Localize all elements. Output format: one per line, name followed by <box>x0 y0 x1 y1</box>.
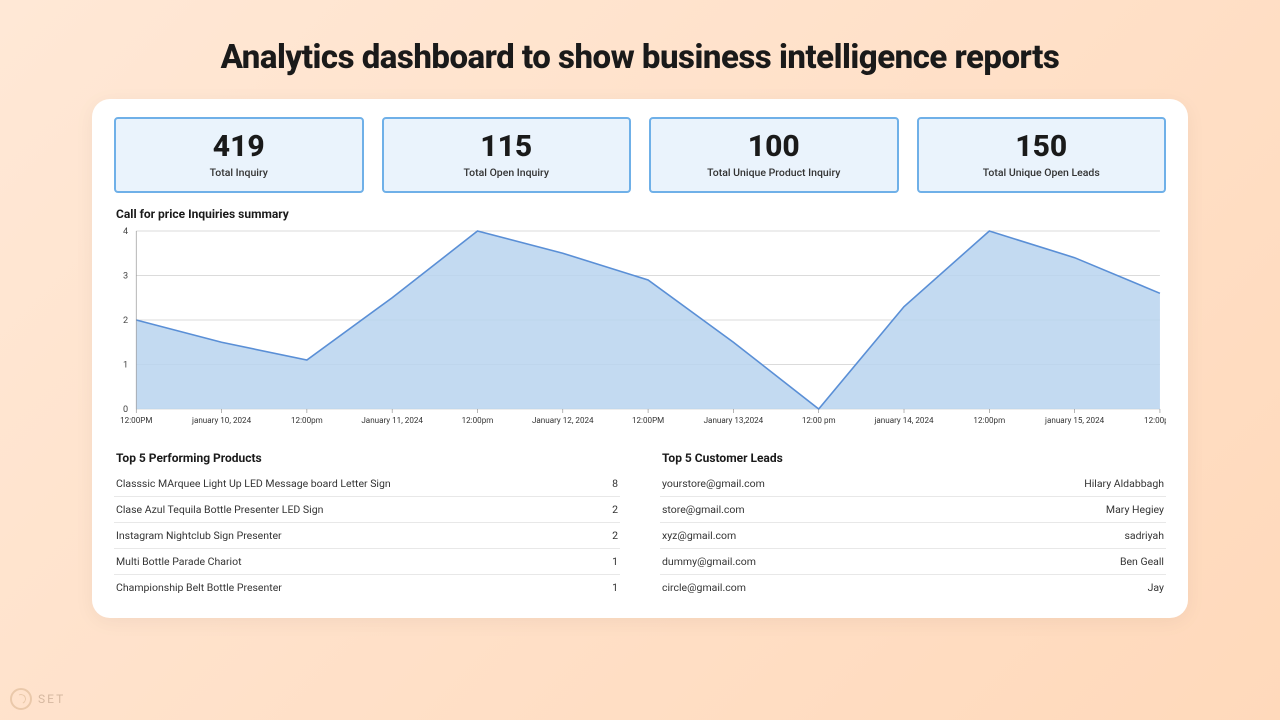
product-count: 1 <box>612 555 618 568</box>
lead-name: Hilary Aldabbagh <box>1084 477 1164 490</box>
svg-text:january 14, 2024: january 14, 2024 <box>873 416 934 425</box>
svg-text:January 11, 2024: January 11, 2024 <box>361 416 423 425</box>
list-item: dummy@gmail.com Ben Geall <box>660 549 1166 575</box>
svg-text:12:00pm: 12:00pm <box>1144 416 1166 425</box>
product-count: 2 <box>612 529 618 542</box>
lead-email: yourstore@gmail.com <box>662 477 765 490</box>
stat-value: 100 <box>651 129 897 164</box>
logo-icon <box>10 688 32 710</box>
product-count: 1 <box>612 581 618 594</box>
lead-email: dummy@gmail.com <box>662 555 756 568</box>
product-name: Championship Belt Bottle Presenter <box>116 581 282 594</box>
inquiries-chart: 0 1 2 3 4 12:00PM january 10, 2024 12:00pm Janua… <box>114 227 1166 437</box>
stat-unique-product-inquiry: 100 Total Unique Product Inquiry <box>649 117 899 193</box>
product-name: Multi Bottle Parade Chariot <box>116 555 242 568</box>
list-item: store@gmail.com Mary Hegiey <box>660 497 1166 523</box>
dashboard-card: 419 Total Inquiry 115 Total Open Inquiry… <box>92 99 1188 618</box>
svg-text:12:00 pm: 12:00 pm <box>802 416 836 425</box>
list-item: xyz@gmail.com sadriyah <box>660 523 1166 549</box>
product-name: Clase Azul Tequila Bottle Presenter LED … <box>116 503 323 516</box>
bottom-row: Top 5 Performing Products Classsic MArqu… <box>114 451 1166 600</box>
svg-text:12:00PM: 12:00PM <box>120 416 152 425</box>
svg-text:4: 4 <box>123 227 128 237</box>
product-count: 8 <box>612 477 618 490</box>
lead-email: circle@gmail.com <box>662 581 746 594</box>
product-name: Classsic MArquee Light Up LED Message bo… <box>116 477 391 490</box>
lead-email: xyz@gmail.com <box>662 529 736 542</box>
list-item: Multi Bottle Parade Chariot 1 <box>114 549 620 575</box>
stat-label: Total Unique Product Inquiry <box>651 166 897 179</box>
lead-name: Jay <box>1148 581 1164 594</box>
list-item: yourstore@gmail.com Hilary Aldabbagh <box>660 471 1166 497</box>
watermark: SET <box>10 688 65 710</box>
lead-name: Ben Geall <box>1120 555 1164 568</box>
svg-text:January 12, 2024: January 12, 2024 <box>532 416 594 425</box>
stat-unique-open-leads: 150 Total Unique Open Leads <box>917 117 1167 193</box>
svg-text:12:00PM: 12:00PM <box>632 416 664 425</box>
list-item: Championship Belt Bottle Presenter 1 <box>114 575 620 600</box>
stats-row: 419 Total Inquiry 115 Total Open Inquiry… <box>114 117 1166 193</box>
lead-name: Mary Hegiey <box>1106 503 1164 516</box>
svg-text:0: 0 <box>123 405 128 415</box>
page-title: Analytics dashboard to show business int… <box>0 0 1280 99</box>
list-item: Clase Azul Tequila Bottle Presenter LED … <box>114 497 620 523</box>
top-leads: Top 5 Customer Leads yourstore@gmail.com… <box>660 451 1166 600</box>
lead-email: store@gmail.com <box>662 503 745 516</box>
svg-text:january 10, 2024: january 10, 2024 <box>191 416 252 425</box>
stat-value: 419 <box>116 129 362 164</box>
top-products: Top 5 Performing Products Classsic MArqu… <box>114 451 620 600</box>
stat-value: 150 <box>919 129 1165 164</box>
svg-text:2: 2 <box>123 316 128 326</box>
stat-label: Total Inquiry <box>116 166 362 179</box>
svg-text:3: 3 <box>123 272 128 282</box>
svg-text:january 15, 2024: january 15, 2024 <box>1044 416 1105 425</box>
product-count: 2 <box>612 503 618 516</box>
stat-total-inquiry: 419 Total Inquiry <box>114 117 364 193</box>
chart-title: Call for price Inquiries summary <box>116 207 1166 221</box>
top-products-title: Top 5 Performing Products <box>114 451 620 465</box>
svg-text:1: 1 <box>123 361 128 371</box>
list-item: Instagram Nightclub Sign Presenter 2 <box>114 523 620 549</box>
svg-text:12:00pm: 12:00pm <box>973 416 1005 425</box>
stat-label: Total Open Inquiry <box>384 166 630 179</box>
top-leads-title: Top 5 Customer Leads <box>660 451 1166 465</box>
list-item: circle@gmail.com Jay <box>660 575 1166 600</box>
svg-text:12:00pm: 12:00pm <box>291 416 323 425</box>
svg-text:January 13,2024: January 13,2024 <box>704 416 764 425</box>
list-item: Classsic MArquee Light Up LED Message bo… <box>114 471 620 497</box>
stat-label: Total Unique Open Leads <box>919 166 1165 179</box>
product-name: Instagram Nightclub Sign Presenter <box>116 529 282 542</box>
watermark-text: SET <box>38 692 65 706</box>
svg-text:12:00pm: 12:00pm <box>462 416 494 425</box>
lead-name: sadriyah <box>1124 529 1164 542</box>
stat-total-open-inquiry: 115 Total Open Inquiry <box>382 117 632 193</box>
stat-value: 115 <box>384 129 630 164</box>
